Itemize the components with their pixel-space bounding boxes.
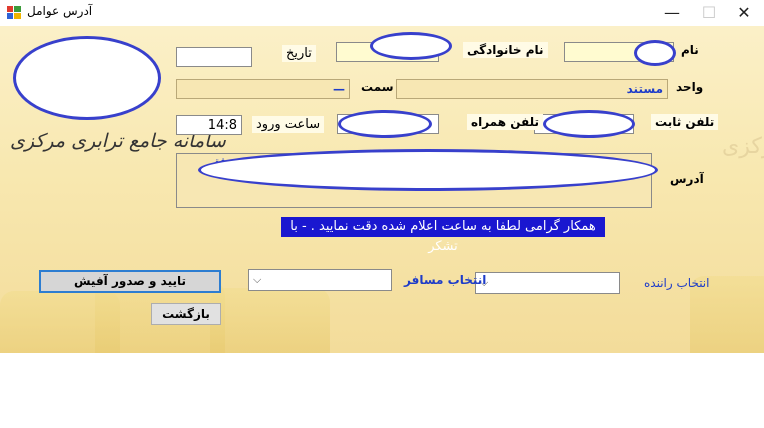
redacted-logo: [13, 36, 161, 120]
chevron-down-icon: ⌵: [253, 273, 262, 286]
confirm-button[interactable]: تایید و صدور آفیش: [39, 270, 221, 293]
passenger-label: انتخاب مسافر: [404, 273, 487, 287]
redacted-address: [198, 149, 658, 191]
app-icon: [7, 6, 21, 19]
redacted-phone: [543, 110, 635, 138]
date-label: تاریخ: [282, 45, 316, 62]
minimize-button[interactable]: —: [655, 0, 689, 26]
unit-field[interactable]: مستند: [396, 79, 668, 99]
form-panel: مرکزی سامانه جامع ترابری مرکزی نام نام خ…: [0, 26, 764, 353]
redacted-family: [370, 32, 452, 60]
close-button[interactable]: ✕: [727, 0, 761, 26]
redacted-mobile: [338, 110, 432, 138]
phone-label: تلفن ثابت: [651, 114, 719, 130]
background-watermark: مرکزی: [722, 134, 764, 159]
address-label: آدرس: [670, 172, 704, 186]
driver-select[interactable]: ⌵: [475, 272, 620, 294]
mobile-label: تلفن همراه: [467, 114, 544, 130]
title-bar: آدرس عوامل — ☐ ✕: [0, 0, 764, 26]
maximize-button: ☐: [701, 3, 717, 22]
passenger-select[interactable]: ⌵: [248, 269, 392, 291]
background-taxi-image: [210, 288, 330, 353]
notice-banner: همکار گرامی لطفا به ساعت اعلام شده دقت ن…: [281, 217, 605, 254]
time-label: ساعت ورود: [252, 116, 325, 133]
driver-label: انتخاب راننده: [644, 276, 710, 290]
position-label: سمت: [361, 80, 394, 94]
name-label: نام: [681, 43, 699, 57]
redacted-name: [634, 40, 676, 66]
date-field[interactable]: [176, 47, 252, 67]
time-field[interactable]: 14:8: [176, 115, 242, 135]
window-title: آدرس عوامل: [27, 4, 93, 18]
unit-label: واحد: [676, 80, 704, 94]
position-field[interactable]: —: [176, 79, 350, 99]
back-button[interactable]: بازگشت: [151, 303, 221, 325]
family-label: نام خانوادگی: [463, 42, 548, 58]
